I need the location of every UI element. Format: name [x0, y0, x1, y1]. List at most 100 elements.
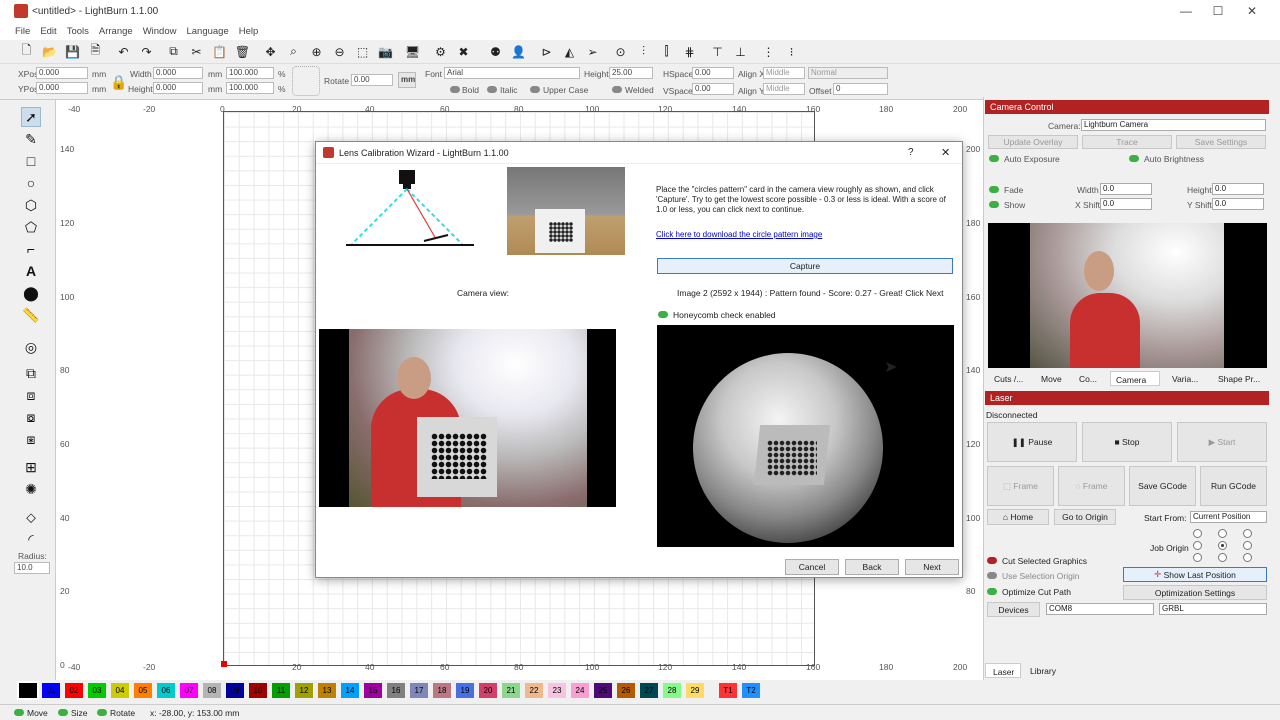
palette-swatch[interactable]: 25	[594, 683, 612, 698]
palette-swatch[interactable]: 08	[203, 683, 221, 698]
rectangle-tool-icon[interactable]: □	[21, 151, 41, 171]
palette-swatch[interactable]: 09	[226, 683, 244, 698]
mirror-h-icon[interactable]: ⊳	[538, 43, 555, 60]
auto-brightness-toggle[interactable]	[1129, 155, 1139, 162]
controller-select[interactable]: GRBL	[1159, 603, 1267, 615]
settings-gear-icon[interactable]: ⚙	[432, 43, 449, 60]
ypos-input[interactable]: 0.000	[36, 82, 88, 94]
radius-input[interactable]: 10.0	[14, 562, 50, 574]
circular-array-icon[interactable]: ✺	[21, 479, 41, 499]
palette-swatch[interactable]: 23	[548, 683, 566, 698]
palette-swatch[interactable]: T1	[719, 683, 737, 698]
offset-input[interactable]: 0	[833, 83, 888, 95]
menu-help[interactable]: Help	[234, 24, 264, 40]
job-origin-radio[interactable]	[1193, 553, 1202, 562]
tab-variables[interactable]: Varia...	[1172, 374, 1198, 384]
zoom-icon[interactable]: ⌕	[285, 43, 302, 60]
boolean-union-icon[interactable]: ⧉	[21, 363, 41, 383]
camera-select[interactable]: Lightburn Camera	[1081, 119, 1266, 131]
rotate-toggle[interactable]	[97, 709, 107, 716]
overlay-width-input[interactable]: 0.0	[1100, 183, 1152, 195]
zoom-frame-icon[interactable]: ⬚	[354, 43, 371, 60]
zoom-out-icon[interactable]: ⊖	[331, 43, 348, 60]
menu-file[interactable]: File	[10, 24, 35, 40]
space-h-icon[interactable]: ⋮	[760, 43, 777, 60]
capture-button[interactable]: Capture	[657, 258, 953, 274]
run-gcode-button[interactable]: Run GCode	[1200, 466, 1267, 506]
palette-swatch[interactable]: 03	[88, 683, 106, 698]
palette-swatch[interactable]: 06	[157, 683, 175, 698]
size-toggle[interactable]	[58, 709, 68, 716]
camera-icon[interactable]: 📷	[377, 43, 394, 60]
mirror-v-icon[interactable]: ◭	[561, 43, 578, 60]
save-gcode-button[interactable]: Save GCode	[1129, 466, 1196, 506]
pause-button[interactable]: ❚❚ Pause	[987, 422, 1077, 462]
start-button[interactable]: ▶ Start	[1177, 422, 1267, 462]
palette-swatch[interactable]: 18	[433, 683, 451, 698]
minimize-icon[interactable]: —	[1176, 4, 1196, 18]
move-toggle[interactable]	[14, 709, 24, 716]
group-icon[interactable]: ⚉	[487, 43, 504, 60]
overlay-height-input[interactable]: 0.0	[1212, 183, 1264, 195]
fade-toggle[interactable]	[989, 186, 999, 193]
palette-swatch[interactable]: 16	[387, 683, 405, 698]
font-select[interactable]: Arial	[444, 67, 580, 79]
fillet-tool-icon[interactable]: ◜	[21, 529, 41, 549]
select-tool-icon[interactable]: ➚	[21, 107, 41, 127]
weld-icon[interactable]: ⧆	[21, 429, 41, 449]
paste-icon[interactable]: 📋	[211, 43, 228, 60]
tab-move[interactable]: Move	[1041, 374, 1062, 384]
palette-swatch[interactable]: 22	[525, 683, 543, 698]
hspace-input[interactable]: 0.00	[692, 67, 734, 79]
devices-button[interactable]: Devices	[987, 602, 1040, 617]
align-top-icon[interactable]: ⊤	[709, 43, 726, 60]
pentagon-tool-icon[interactable]: ⬠	[21, 217, 41, 237]
align-bottom-icon[interactable]: ⊥	[732, 43, 749, 60]
menu-window[interactable]: Window	[138, 24, 182, 40]
tools-icon[interactable]: ✖	[455, 43, 472, 60]
ellipse-tool-icon[interactable]: ○	[21, 173, 41, 193]
xpos-input[interactable]: 0.000	[36, 67, 88, 79]
send-icon[interactable]: ➢	[584, 43, 601, 60]
alignx-select[interactable]: Middle	[763, 67, 805, 79]
tab-camera[interactable]: Camera ...	[1110, 371, 1160, 395]
job-origin-radio[interactable]	[1193, 541, 1202, 550]
auto-exposure-toggle[interactable]	[989, 155, 999, 162]
home-button[interactable]: ⌂ Home	[987, 509, 1049, 525]
port-select[interactable]: COM8	[1046, 603, 1154, 615]
scale-w-input[interactable]: 100.000	[226, 67, 274, 79]
palette-swatch[interactable]: 04	[111, 683, 129, 698]
palette-swatch[interactable]: 17	[410, 683, 428, 698]
palette-swatch[interactable]: 20	[479, 683, 497, 698]
start-from-select[interactable]: Current Position	[1190, 511, 1267, 523]
stop-button[interactable]: ■ Stop	[1082, 422, 1172, 462]
palette-swatch[interactable]: 28	[663, 683, 681, 698]
palette-swatch[interactable]: 21	[502, 683, 520, 698]
position-laser-icon[interactable]: ⬤	[21, 283, 41, 303]
job-origin-radio-selected[interactable]	[1218, 541, 1227, 550]
tab-shape-properties[interactable]: Shape Pr...	[1218, 374, 1260, 384]
palette-swatch[interactable]: 11	[272, 683, 290, 698]
update-overlay-button[interactable]: Update Overlay	[988, 135, 1078, 149]
bold-toggle[interactable]	[450, 86, 460, 93]
vspace-input[interactable]: 0.00	[692, 83, 734, 95]
aligny-select[interactable]: Middle	[763, 83, 805, 95]
next-button[interactable]: Next	[905, 559, 959, 575]
distribute-icon[interactable]: ⋕	[681, 43, 698, 60]
menu-tools[interactable]: Tools	[62, 24, 94, 40]
close-icon[interactable]: ✕	[1242, 4, 1262, 18]
palette-swatch[interactable]: 14	[341, 683, 359, 698]
tab-laser[interactable]: Laser	[985, 663, 1021, 678]
rotate-input[interactable]: 0.00	[351, 74, 393, 86]
palette-swatch[interactable]: 19	[456, 683, 474, 698]
welded-toggle[interactable]	[612, 86, 622, 93]
palette-swatch[interactable]: 27	[640, 683, 658, 698]
help-icon[interactable]: ?	[908, 147, 914, 158]
frame-rect-button[interactable]: ⬚ Frame	[987, 466, 1054, 506]
pen-tool-icon[interactable]: ✎	[21, 129, 41, 149]
text-tool-icon[interactable]: A	[21, 261, 41, 281]
redo-icon[interactable]: ↷	[138, 43, 155, 60]
palette-swatch[interactable]: T2	[742, 683, 760, 698]
optimize-cut-toggle[interactable]	[987, 588, 997, 595]
use-selection-origin-toggle[interactable]	[987, 572, 997, 579]
